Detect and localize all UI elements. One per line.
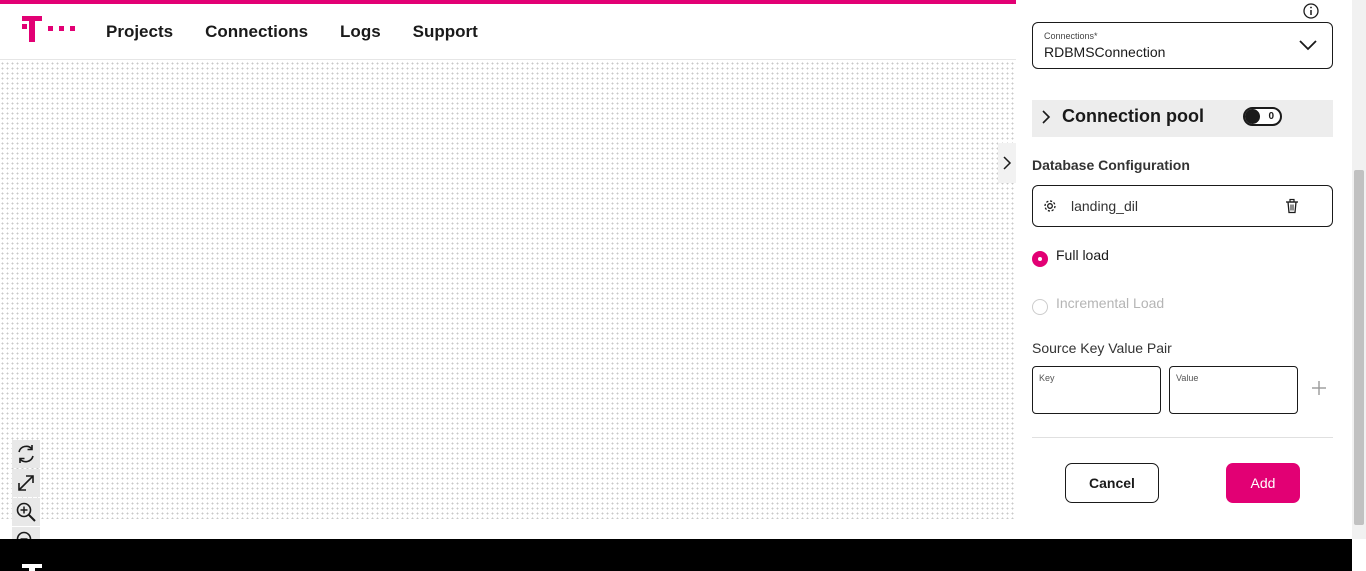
incremental-load-label: Incremental Load xyxy=(1056,295,1165,311)
gear-icon[interactable] xyxy=(1042,198,1058,214)
full-load-option[interactable]: Full load xyxy=(1032,247,1109,267)
panel-expand-toggle[interactable] xyxy=(998,143,1016,183)
nav-connections[interactable]: Connections xyxy=(205,22,308,42)
nav-support[interactable]: Support xyxy=(413,22,478,42)
full-load-label: Full load xyxy=(1056,247,1109,263)
key-field[interactable]: Key xyxy=(1032,366,1161,414)
add-button[interactable]: Add xyxy=(1226,463,1300,503)
chevron-right-icon xyxy=(1042,110,1051,124)
database-config-label: Database Configuration xyxy=(1032,157,1190,173)
refresh-icon xyxy=(18,445,34,463)
flow-canvas[interactable] xyxy=(0,61,1016,519)
database-config-item[interactable]: landing_dil xyxy=(1032,185,1333,227)
full-load-radio[interactable] xyxy=(1032,251,1048,267)
toggle-knob xyxy=(1245,109,1260,124)
footer-logo xyxy=(22,564,42,571)
scrollbar-thumb[interactable] xyxy=(1354,170,1364,525)
connections-select-label: Connections* xyxy=(1044,31,1098,41)
connection-side-panel xyxy=(1016,0,1352,539)
connection-pool-title: Connection pool xyxy=(1062,106,1204,126)
toggle-value: 0 xyxy=(1268,111,1274,122)
fit-view-tool[interactable] xyxy=(12,469,40,497)
connections-select[interactable]: Connections* RDBMSConnection xyxy=(1032,22,1333,69)
connection-pool-accordion[interactable]: Connection pool 0 xyxy=(1032,100,1333,137)
connection-pool-toggle[interactable]: 0 xyxy=(1243,107,1282,126)
nav-projects[interactable]: Projects xyxy=(106,22,173,42)
connections-select-value: RDBMSConnection xyxy=(1044,44,1166,60)
info-icon[interactable] xyxy=(1302,2,1320,20)
zoom-in-icon xyxy=(16,502,36,522)
key-input[interactable] xyxy=(1033,367,1160,413)
zoom-in-tool[interactable] xyxy=(12,498,40,526)
chevron-down-icon xyxy=(1299,40,1317,51)
chevron-right-icon xyxy=(1003,156,1012,170)
trash-icon[interactable] xyxy=(1284,198,1300,214)
panel-divider xyxy=(1032,437,1333,438)
add-kv-pair-icon[interactable] xyxy=(1311,380,1327,396)
value-field[interactable]: Value xyxy=(1169,366,1298,414)
incremental-load-radio[interactable] xyxy=(1032,299,1048,315)
fit-view-icon xyxy=(18,475,34,491)
app-footer xyxy=(0,539,1352,571)
panel-scrollbar[interactable] xyxy=(1352,0,1366,539)
cancel-button[interactable]: Cancel xyxy=(1065,463,1159,503)
main-nav: Projects Connections Logs Support xyxy=(106,4,478,60)
nav-logs[interactable]: Logs xyxy=(340,22,381,42)
value-input[interactable] xyxy=(1170,367,1297,413)
telekom-logo[interactable] xyxy=(22,16,78,42)
app-header: Projects Connections Logs Support xyxy=(0,4,1020,60)
database-config-value: landing_dil xyxy=(1071,198,1138,214)
source-kv-label: Source Key Value Pair xyxy=(1032,340,1172,356)
refresh-tool[interactable] xyxy=(12,440,40,468)
incremental-load-option[interactable]: Incremental Load xyxy=(1032,295,1164,315)
